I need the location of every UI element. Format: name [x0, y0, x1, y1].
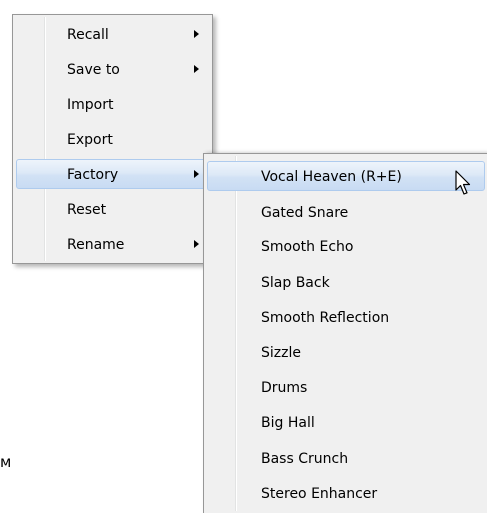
- menu-item-save-to[interactable]: Save to: [16, 54, 209, 84]
- preset-label: Smooth Echo: [261, 239, 354, 255]
- menu-item-label: Reset: [67, 202, 107, 218]
- preset-label: Sizzle: [261, 345, 301, 361]
- preset-label: Drums: [261, 380, 308, 396]
- menu-item-label: Factory: [67, 167, 119, 183]
- preset-label: Gated Snare: [261, 205, 349, 221]
- menu-item-label: Recall: [67, 27, 109, 43]
- preset-big-hall[interactable]: Big Hall: [207, 407, 485, 437]
- preset-sizzle[interactable]: Sizzle: [207, 337, 485, 367]
- preset-bass-crunch[interactable]: Bass Crunch: [207, 443, 485, 473]
- menu-item-recall[interactable]: Recall: [16, 19, 209, 49]
- menu-item-factory[interactable]: Factory: [16, 159, 209, 189]
- preset-label: Smooth Reflection: [261, 310, 390, 326]
- menu-item-label: Rename: [67, 237, 125, 253]
- preset-smooth-reflection[interactable]: Smooth Reflection: [207, 302, 485, 332]
- submenu-arrow-icon: [194, 240, 199, 248]
- preset-label: Big Hall: [261, 415, 315, 431]
- menu-item-import[interactable]: Import: [16, 89, 209, 119]
- menu-item-label: Export: [67, 132, 113, 148]
- mouse-pointer-icon: [455, 170, 471, 195]
- menu-item-label: Save to: [67, 62, 120, 78]
- preset-vocal-heaven[interactable]: Vocal Heaven (R+E): [207, 161, 485, 191]
- preset-slap-back[interactable]: Slap Back: [207, 267, 485, 297]
- preset-label: Slap Back: [261, 275, 330, 291]
- preset-gated-snare[interactable]: Gated Snare: [207, 197, 485, 227]
- menu-item-reset[interactable]: Reset: [16, 194, 209, 224]
- preset-smooth-echo[interactable]: Smooth Echo: [207, 231, 485, 261]
- preset-label: Bass Crunch: [261, 451, 349, 467]
- menu-item-label: Import: [67, 97, 114, 113]
- preset-label: Vocal Heaven (R+E): [261, 169, 402, 185]
- preset-stereo-enhancer[interactable]: Stereo Enhancer: [207, 478, 485, 508]
- submenu-arrow-icon: [194, 170, 199, 178]
- submenu-arrow-icon: [194, 65, 199, 73]
- preset-drums[interactable]: Drums: [207, 372, 485, 402]
- submenu-arrow-icon: [194, 30, 199, 38]
- preset-label: Stereo Enhancer: [261, 486, 378, 502]
- menu-item-rename[interactable]: Rename: [16, 229, 209, 259]
- menu-item-export[interactable]: Export: [16, 124, 209, 154]
- background-text-fragment: м: [0, 453, 12, 471]
- context-menu: Recall Save to Import Export Factory Res…: [12, 14, 213, 264]
- factory-submenu: Vocal Heaven (R+E) Gated Snare Smooth Ec…: [203, 153, 487, 513]
